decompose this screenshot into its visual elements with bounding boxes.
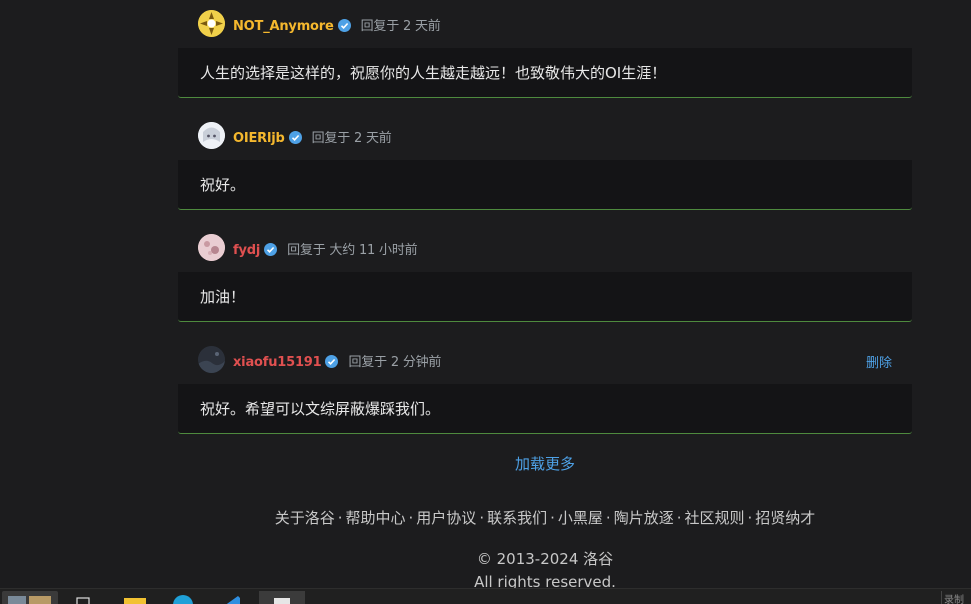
- username-link[interactable]: OIERljb 回复于 2 天前: [233, 127, 392, 146]
- page: NOT_Anymore 回复于 2 天前 人生的选择是这样的，祝愿你的人生越走越远…: [0, 0, 971, 604]
- verified-badge-icon: [325, 355, 339, 368]
- delete-button[interactable]: 删除: [866, 352, 892, 371]
- reply-content: 加油！: [178, 272, 912, 322]
- edge-browser-icon[interactable]: [170, 591, 196, 604]
- footer-link-agreement[interactable]: 用户协议: [416, 509, 476, 527]
- footer-links: 关于洛谷 · 帮助中心 · 用户协议 · 联系我们 · 小黑屋 · 陶片放逐 · 社区规则 · 招贤纳才: [0, 507, 971, 528]
- reply-time: 回复于 2 天前: [311, 131, 392, 146]
- reply-header: NOT_Anymore 回复于 2 天前: [178, 0, 912, 48]
- username-text[interactable]: fydj: [233, 243, 260, 258]
- username-text[interactable]: xiaofu15191: [233, 355, 322, 370]
- reply-item: fydj 回复于 大约 11 小时前 加油！: [178, 224, 912, 322]
- username-link[interactable]: NOT_Anymore 回复于 2 天前: [233, 15, 441, 34]
- recording-indicator[interactable]: 录制: [941, 591, 971, 604]
- footer-separator: ·: [605, 509, 611, 527]
- reply-time: 回复于 2 分钟前: [348, 355, 442, 370]
- username-text[interactable]: NOT_Anymore: [233, 19, 334, 34]
- reply-item: NOT_Anymore 回复于 2 天前 人生的选择是这样的，祝愿你的人生越走越远…: [178, 0, 912, 98]
- anime-avatar[interactable]: [198, 122, 225, 149]
- load-more-button[interactable]: 加载更多: [0, 453, 971, 474]
- footer-link-about[interactable]: 关于洛谷: [275, 509, 335, 527]
- footer-link-blacklist[interactable]: 小黑屋: [558, 509, 603, 527]
- footer-link-help[interactable]: 帮助中心: [346, 509, 406, 527]
- reply-header: OIERljb 回复于 2 天前: [178, 112, 912, 160]
- footer-link-rules[interactable]: 社区规则: [684, 509, 744, 527]
- os-taskbar: 录制: [0, 588, 971, 604]
- vscode-icon[interactable]: [218, 591, 244, 604]
- copyright-text: © 2013-2024 洛谷: [476, 550, 614, 568]
- username-link[interactable]: xiaofu15191 回复于 2 分钟前: [233, 351, 441, 370]
- verified-badge-icon: [264, 243, 278, 256]
- footer-separator: ·: [408, 509, 414, 527]
- store-app-icon[interactable]: [2, 591, 58, 604]
- reply-content: 祝好。希望可以文综屏蔽爆踩我们。: [178, 384, 912, 434]
- username-link[interactable]: fydj 回复于 大约 11 小时前: [233, 239, 418, 258]
- reply-item: OIERljb 回复于 2 天前 祝好。: [178, 112, 912, 210]
- reply-item: xiaofu15191 回复于 2 分钟前 删除 祝好。希望可以文综屏蔽爆踩我们。: [178, 336, 912, 434]
- task-view-icon[interactable]: [75, 591, 93, 604]
- dark-avatar[interactable]: [198, 346, 225, 373]
- footer-link-contact[interactable]: 联系我们: [487, 509, 547, 527]
- footer-separator: ·: [550, 509, 555, 527]
- sun-pattern-avatar[interactable]: [198, 10, 225, 37]
- footer-link-ostracism[interactable]: 陶片放逐: [614, 509, 674, 527]
- verified-badge-icon: [288, 131, 302, 144]
- footer-separator: ·: [479, 509, 485, 527]
- footer-separator: ·: [747, 509, 753, 527]
- pink-avatar[interactable]: [198, 234, 225, 261]
- reply-content: 人生的选择是这样的，祝愿你的人生越走越远！也致敬伟大的OI生涯！: [178, 48, 912, 98]
- username-text[interactable]: OIERljb: [233, 131, 285, 146]
- footer-separator: ·: [676, 509, 682, 527]
- reply-header: fydj 回复于 大约 11 小时前: [178, 224, 912, 272]
- verified-badge-icon: [337, 19, 351, 32]
- reply-time: 回复于 2 天前: [360, 19, 441, 34]
- footer-link-jobs[interactable]: 招贤纳才: [755, 509, 815, 527]
- footer-separator: ·: [337, 509, 343, 527]
- reply-header: xiaofu15191 回复于 2 分钟前 删除: [178, 336, 912, 384]
- active-window-icon[interactable]: [259, 591, 305, 604]
- reply-content: 祝好。: [178, 160, 912, 210]
- file-explorer-icon[interactable]: [122, 591, 148, 604]
- reply-time: 回复于 大约 11 小时前: [287, 243, 418, 258]
